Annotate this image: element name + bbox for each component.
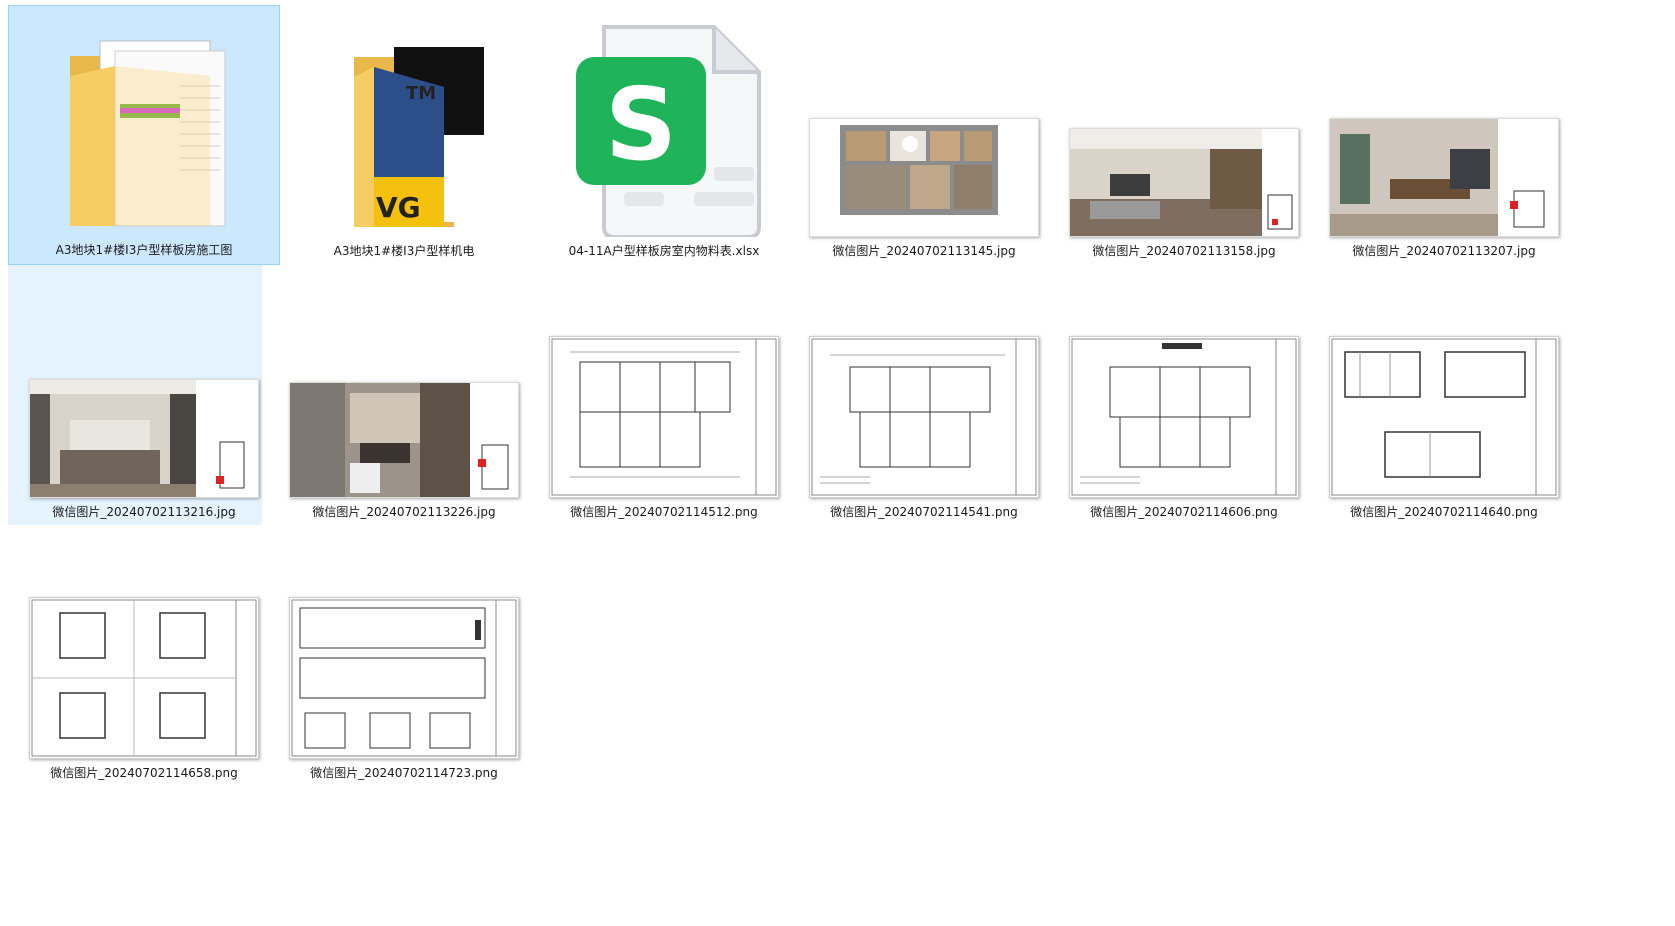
image-thumbnail [279,539,529,759]
file-label[interactable]: 微信图片_20240702114606.png [1048,502,1320,522]
file-item-image[interactable]: 微信图片_20240702114512.png [528,266,800,526]
file-label[interactable]: 微信图片_20240702113145.jpg [788,241,1060,261]
file-label[interactable]: A3地块1#楼I3户型样机电 [268,241,540,261]
image-thumbnail [19,278,269,498]
image-thumbnail [1319,278,1569,498]
folder-icon [20,16,270,236]
image-thumbnail [1059,17,1309,237]
image-thumbnail [799,17,1049,237]
svg-text:VG: VG [376,191,421,224]
file-item-folder-mep[interactable]: TM VG A3地块1#楼I3户型样机电 [268,5,540,265]
file-label[interactable]: 微信图片_20240702114541.png [788,502,1060,522]
spreadsheet-icon: S [539,12,789,237]
file-item-image[interactable]: 微信图片_20240702113216.jpg [8,266,280,526]
file-label[interactable]: 微信图片_20240702114640.png [1308,502,1580,522]
image-thumbnail [1319,17,1569,237]
image-thumbnail [19,539,269,759]
file-item-image[interactable]: 微信图片_20240702113226.jpg [268,266,540,526]
image-thumbnail [279,278,529,498]
file-label[interactable]: 微信图片_20240702113226.jpg [268,502,540,522]
svg-text:TM: TM [406,83,436,104]
file-item-image[interactable]: 微信图片_20240702114723.png [268,527,540,787]
file-item-image[interactable]: 微信图片_20240702113158.jpg [1048,5,1320,265]
file-item-image[interactable]: 微信图片_20240702114640.png [1308,266,1580,526]
file-label[interactable]: 微信图片_20240702114512.png [528,502,800,522]
file-label[interactable]: 微信图片_20240702113158.jpg [1048,241,1320,261]
file-label[interactable]: 04-11A户型样板房室内物料表.xlsx [528,241,800,261]
file-label[interactable]: 微信图片_20240702113207.jpg [1308,241,1580,261]
image-thumbnail [799,278,1049,498]
file-item-image[interactable]: 微信图片_20240702114541.png [788,266,1060,526]
image-thumbnail [539,278,789,498]
file-label[interactable]: 微信图片_20240702114658.png [8,763,280,783]
file-label[interactable]: A3地块1#楼I3户型样板房施工图 [9,240,279,260]
folder-dwg-icon: TM VG [279,17,529,237]
file-label[interactable]: 微信图片_20240702114723.png [268,763,540,783]
file-item-image[interactable]: 微信图片_20240702114658.png [8,527,280,787]
file-item-image[interactable]: 微信图片_20240702114606.png [1048,266,1320,526]
file-item-folder-construction[interactable]: A3地块1#楼I3户型样板房施工图 [8,5,280,265]
file-label[interactable]: 微信图片_20240702113216.jpg [8,502,280,522]
svg-text:S: S [605,66,677,183]
image-thumbnail [1059,278,1309,498]
file-item-image[interactable]: 微信图片_20240702113207.jpg [1308,5,1580,265]
file-item-image[interactable]: 微信图片_20240702113145.jpg [788,5,1060,265]
file-item-spreadsheet[interactable]: S 04-11A户型样板房室内物料表.xlsx [528,5,800,265]
